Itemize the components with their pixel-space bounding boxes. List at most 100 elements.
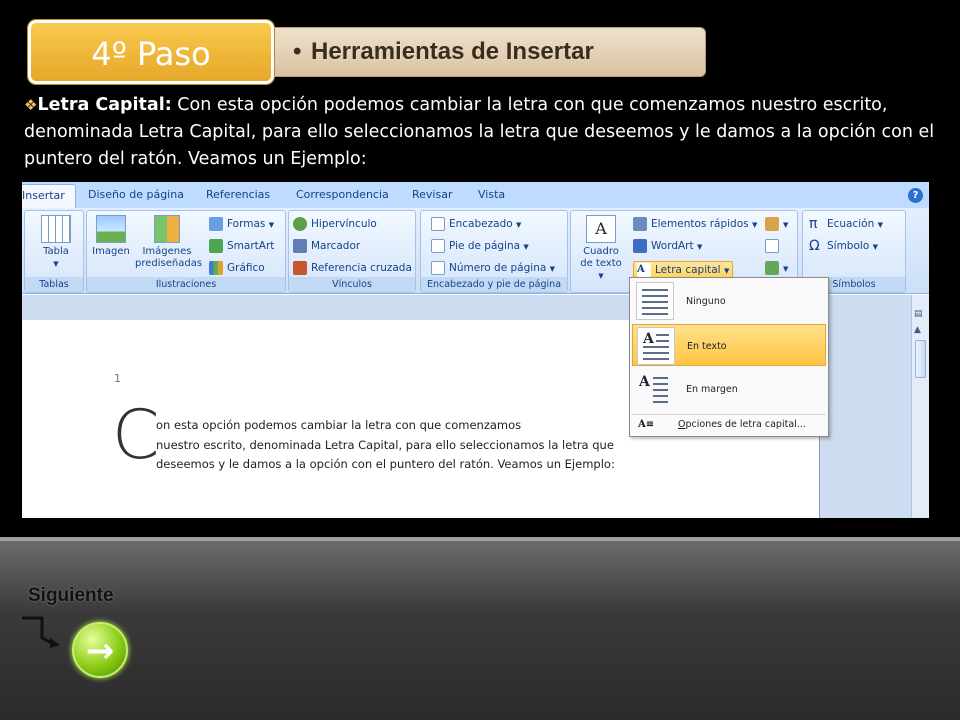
elementos-label: Elementos rápidos (651, 218, 749, 230)
chevron-down-icon: ▼ (696, 243, 703, 251)
fecha-hora-button[interactable] (765, 239, 783, 253)
smartart-label: SmartArt (227, 240, 275, 252)
group-label-ilustraciones: Ilustraciones (87, 277, 285, 292)
group-vinculos: Hipervínculo Marcador Referencia cruzada… (288, 210, 416, 293)
document-line: nuestro escrito, denominada Letra Capita… (156, 438, 614, 452)
group-ilustraciones: Imagen Imágenes prediseñadas Formas ▼ Sm… (86, 210, 286, 293)
chevron-down-icon: ▼ (523, 243, 529, 251)
intro-paragraph: ❖Letra Capital: Con esta opción podemos … (24, 92, 944, 173)
simbolo-button[interactable]: Ω Símbolo ▼ (809, 239, 878, 253)
next-button[interactable]: → (72, 622, 128, 678)
document-line: on esta opción podemos cambiar la letra … (156, 418, 522, 432)
group-label-tablas: Tablas (25, 277, 83, 292)
object-icon (765, 261, 779, 275)
menu-item-en-texto[interactable]: A En texto (632, 324, 826, 366)
menu-item-label: En texto (687, 341, 727, 352)
formas-label: Formas (227, 218, 266, 230)
hipervinculo-button[interactable]: Hipervínculo (293, 217, 377, 231)
group-label-vinculos: Vínculos (289, 277, 415, 292)
menu-item-opciones[interactable]: A≡ Opciones de letra capital... (632, 414, 826, 434)
arrow-right-icon: → (85, 631, 115, 671)
cuadro-label-1: Cuadro (583, 246, 619, 257)
drop-cap-icon: A (637, 263, 651, 277)
elementos-rapidos-button[interactable]: Elementos rápidos ▼ (633, 217, 757, 231)
tab-revisar[interactable]: Revisar (412, 188, 452, 201)
imagen-button[interactable]: Imagen (91, 215, 131, 258)
chevron-down-icon: ▼ (516, 221, 522, 229)
letra-capital-menu: Ninguno A En texto A En margen A≡ Opcion… (629, 277, 829, 437)
tab-correspondencia[interactable]: Correspondencia (296, 188, 389, 201)
title-bullet: • (293, 38, 302, 65)
dropcap-in-margin-icon: A (636, 370, 674, 408)
wordart-label: WordArt (651, 240, 694, 252)
slide-title: Herramientas de Insertar (311, 38, 594, 65)
step-label: 4º Paso (91, 35, 211, 73)
menu-item-ninguno[interactable]: Ninguno (632, 280, 826, 322)
ecuacion-button[interactable]: π Ecuación ▼ (809, 217, 883, 231)
chevron-down-icon: ▼ (268, 221, 275, 229)
quick-parts-icon (633, 217, 647, 231)
scroll-up-icon[interactable]: ▲ (914, 325, 926, 336)
chevron-down-icon: ▼ (53, 260, 59, 268)
hook-arrow-icon (22, 616, 60, 648)
objeto-button[interactable]: ▼ (765, 261, 788, 275)
grafico-label: Gráfico (227, 262, 265, 274)
chevron-down-icon: ▼ (783, 265, 789, 273)
firma-button[interactable]: ▼ (765, 217, 788, 231)
menu-item-label: Ninguno (686, 296, 726, 307)
encabezado-button[interactable]: Encabezado ▼ (431, 217, 521, 231)
tab-insertar[interactable]: Insertar (22, 184, 76, 208)
menu-item-en-margen[interactable]: A En margen (632, 368, 826, 410)
no-dropcap-icon (636, 282, 674, 320)
tabla-button[interactable]: Tabla ▼ (38, 215, 74, 270)
chevron-down-icon: ▼ (751, 221, 758, 229)
text-box-icon: A (586, 215, 616, 243)
table-icon (41, 215, 71, 243)
marcador-button[interactable]: Marcador (293, 239, 360, 253)
ruler-toggle-icon[interactable]: ▤ (914, 309, 926, 320)
signature-icon (765, 217, 779, 231)
wordart-button[interactable]: WordArt ▼ (633, 239, 702, 253)
scroll-thumb[interactable] (915, 340, 926, 378)
chevron-down-icon: ▼ (723, 267, 730, 275)
imagenes-prediseñadas-button[interactable]: Imágenes prediseñadas (135, 215, 202, 270)
step-badge: 4º Paso (28, 20, 274, 84)
numero-pagina-button[interactable]: Número de página ▼ (431, 261, 555, 275)
ecuacion-label: Ecuación (827, 218, 875, 230)
letra-capital-label: Letra capital (655, 264, 721, 276)
cuadro-texto-button[interactable]: A Cuadro de texto ▼ (577, 215, 625, 282)
pie-de-pagina-button[interactable]: Pie de página ▼ (431, 239, 529, 253)
referencia-cruzada-button[interactable]: Referencia cruzada (293, 261, 412, 275)
imagen-label: Imagen (92, 246, 130, 257)
shapes-icon (209, 217, 223, 231)
chevron-down-icon: ▼ (872, 243, 878, 251)
referencia-label: Referencia cruzada (311, 262, 412, 274)
vertical-scrollbar[interactable]: ▤ ▲ (911, 295, 929, 518)
chevron-down-icon: ▼ (877, 221, 883, 229)
drop-cap-letter: C (112, 396, 160, 475)
grafico-button[interactable]: Gráfico (209, 261, 265, 275)
line-number: 1 (114, 372, 121, 385)
formas-button[interactable]: Formas ▼ (209, 217, 274, 231)
pi-icon: π (809, 216, 818, 232)
clipart-icon (154, 215, 180, 243)
chevron-down-icon: ▼ (598, 272, 604, 280)
tab-referencias[interactable]: Referencias (206, 188, 270, 201)
chevron-down-icon: ▼ (549, 265, 556, 273)
group-label-encabezado: Encabezado y pie de página (421, 277, 567, 292)
bookmark-icon (293, 239, 307, 253)
tab-vista[interactable]: Vista (478, 188, 505, 201)
tab-diseno[interactable]: Diseño de página (88, 188, 184, 201)
pie-label: Pie de página (449, 240, 521, 252)
menu-item-label: En margen (686, 384, 738, 395)
group-encabezado: Encabezado ▼ Pie de página ▼ Número de p… (420, 210, 568, 293)
intro-bold-label: Letra Capital: (37, 95, 172, 115)
picture-icon (96, 215, 126, 243)
calendar-icon (765, 239, 779, 253)
cross-reference-icon (293, 261, 307, 275)
chart-icon (209, 261, 223, 275)
smartart-button[interactable]: SmartArt (209, 239, 274, 253)
help-icon[interactable]: ? (908, 188, 923, 203)
wordart-icon (633, 239, 647, 253)
page-number-icon (431, 261, 445, 275)
